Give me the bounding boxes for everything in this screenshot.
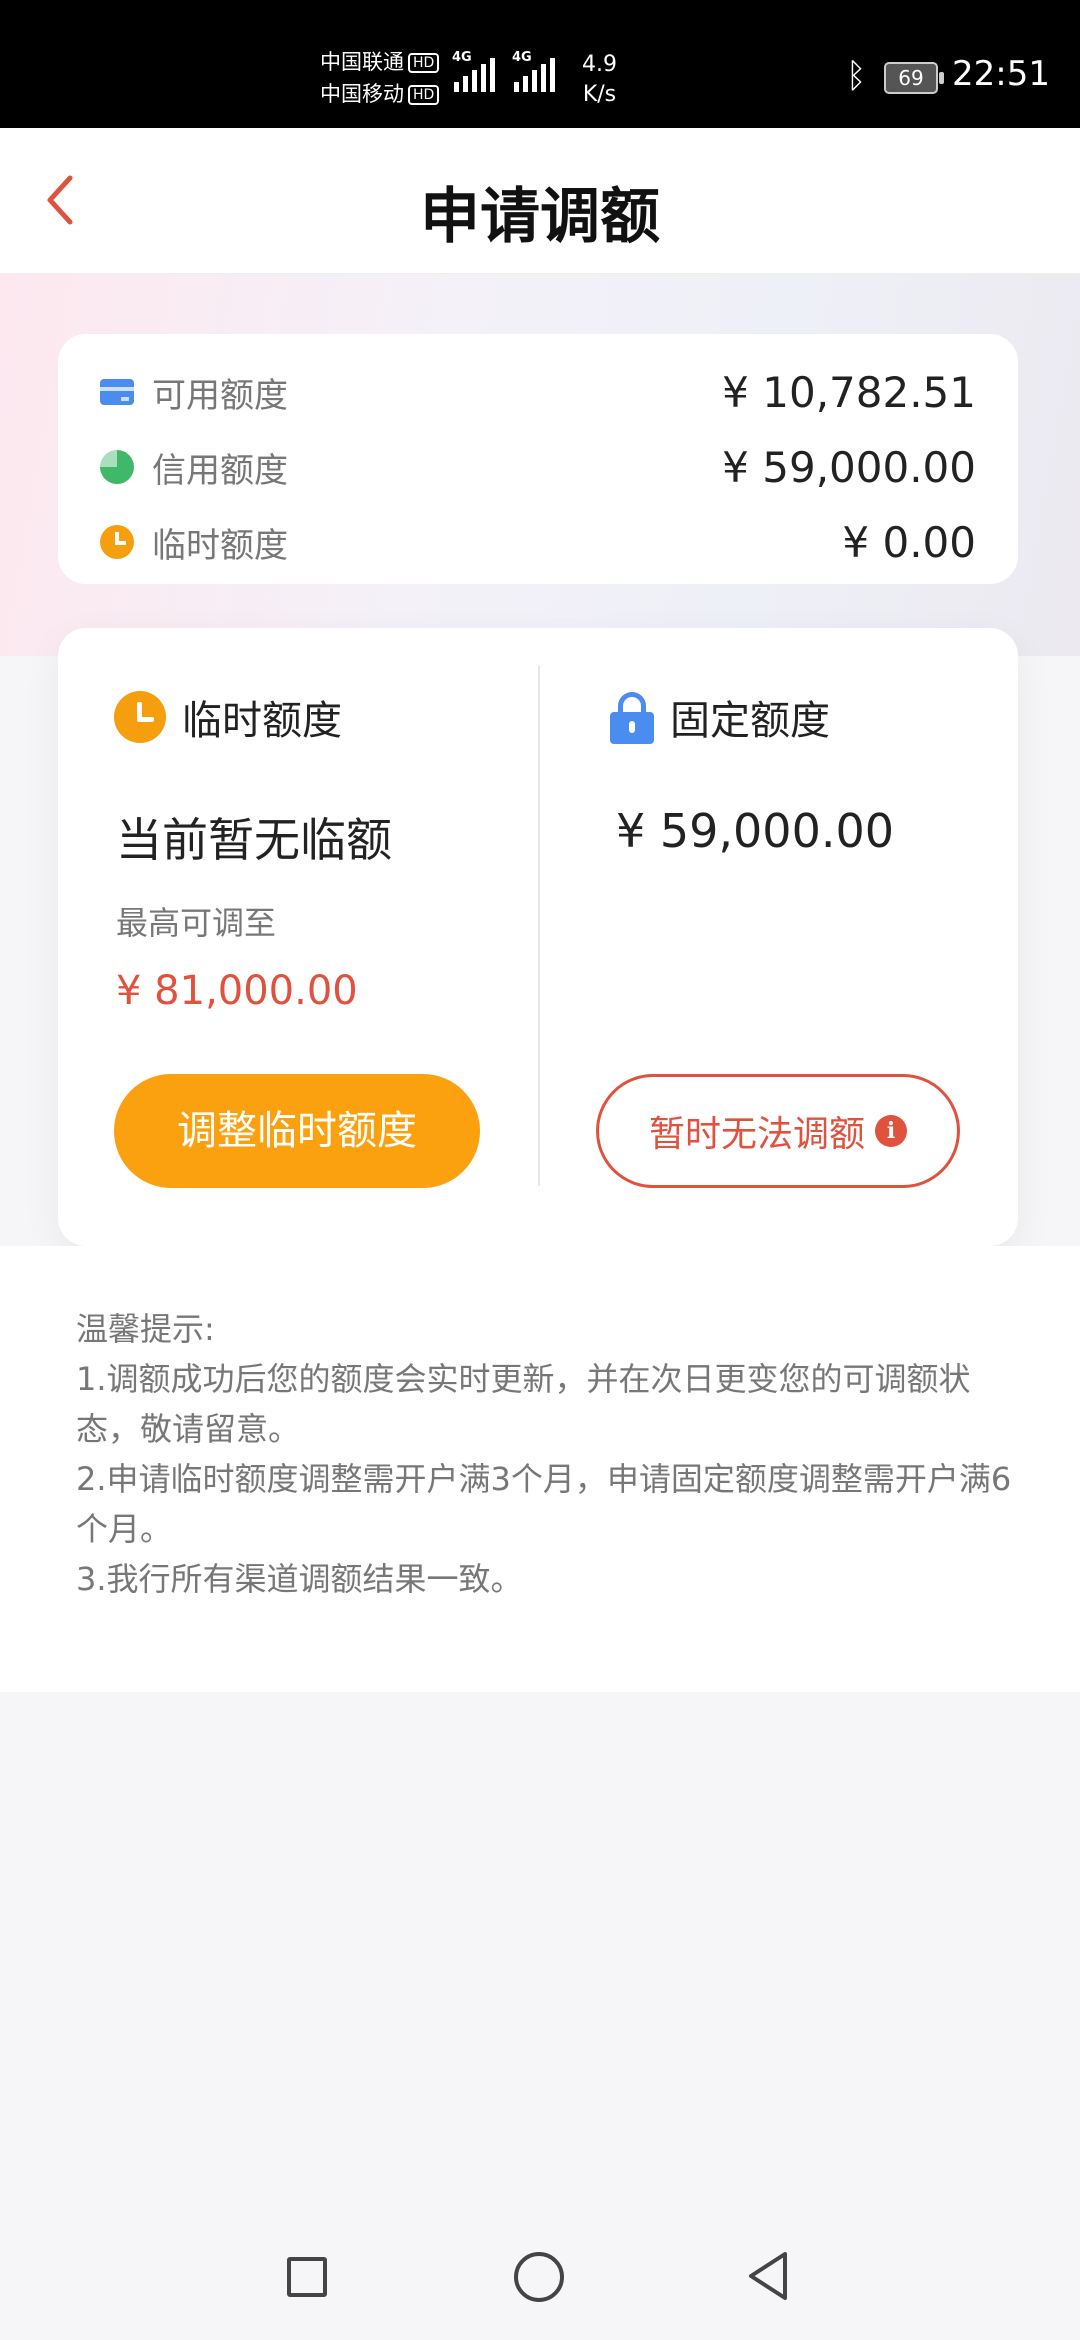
page-header: 申请调额 <box>0 128 1080 274</box>
tips-title: 温馨提示: <box>76 1310 215 1348</box>
summary-value: ¥ 59,000.00 <box>722 442 976 492</box>
hd-badge: HD <box>408 85 440 105</box>
recent-apps-button[interactable] <box>287 2257 327 2297</box>
page-title: 申请调额 <box>420 182 660 252</box>
section-title: 固定额度 <box>670 698 830 744</box>
triangle-back-icon <box>749 2252 787 2300</box>
summary-value: ¥ 0.00 <box>842 517 976 567</box>
section-heading: 固定额度 <box>610 688 830 746</box>
system-nav-bar <box>0 2212 1080 2340</box>
lock-icon <box>610 692 654 744</box>
temporary-limit-section: 临时额度 当前暂无临额 最高可调至 ¥ 81,000.00 调整临时额度 <box>58 628 538 1246</box>
home-button[interactable] <box>514 2252 564 2302</box>
cannot-adjust-button[interactable]: 暂时无法调额 i <box>596 1074 960 1188</box>
signal-icon: 4G <box>512 50 555 92</box>
limit-adjust-card: 临时额度 当前暂无临额 最高可调至 ¥ 81,000.00 调整临时额度 固定额… <box>58 628 1018 1246</box>
max-adjust-value: ¥ 81,000.00 <box>116 968 358 1014</box>
summary-label: 临时额度 <box>152 525 288 566</box>
section-title: 临时额度 <box>182 698 342 744</box>
status-time: 22:51 <box>952 54 1050 94</box>
section-heading: 临时额度 <box>114 688 342 746</box>
max-adjust-label: 最高可调至 <box>116 904 277 942</box>
status-bar: 中国联通 HD 中国移动 HD 4G 4G 4.9 K/s ᛒ 69 22:51 <box>0 0 1080 128</box>
tip-item: 1.调额成功后您的额度会实时更新，并在次日更变您的可调额状态，敬请留意。 <box>76 1360 971 1448</box>
tip-item: 3.我行所有渠道调额结果一致。 <box>76 1560 523 1598</box>
network-speed: 4.9 K/s <box>582 52 617 107</box>
carrier-name: 中国移动 <box>320 82 404 106</box>
summary-label: 信用额度 <box>152 450 288 491</box>
clock-icon <box>114 691 166 743</box>
summary-row-available: 可用额度 ¥ 10,782.51 <box>100 362 976 422</box>
summary-label: 可用额度 <box>152 375 288 416</box>
fixed-limit-amount: ¥ 59,000.00 <box>616 804 894 858</box>
battery-icon: 69 <box>884 62 944 94</box>
card-icon <box>100 375 134 409</box>
summary-row-credit: 信用额度 ¥ 59,000.00 <box>100 437 976 497</box>
tips-section: 温馨提示: 1.调额成功后您的额度会实时更新，并在次日更变您的可调额状态，敬请留… <box>76 1304 1016 1604</box>
credit-summary-card: 可用额度 ¥ 10,782.51 信用额度 ¥ 59,000.00 临时额度 ¥… <box>58 334 1018 584</box>
info-icon[interactable]: i <box>875 1115 907 1147</box>
carrier-name: 中国联通 <box>320 50 404 74</box>
nav-back-button[interactable] <box>745 2250 791 2306</box>
hd-badge: HD <box>408 53 440 73</box>
pie-chart-icon <box>100 450 134 484</box>
summary-row-temporary: 临时额度 ¥ 0.00 <box>100 512 976 572</box>
tip-item: 2.申请临时额度调整需开户满3个月，申请固定额度调整需开户满6个月。 <box>76 1460 1012 1548</box>
button-label: 暂时无法调额 <box>648 1114 865 1155</box>
clock-icon <box>100 525 134 559</box>
fixed-limit-section: 固定额度 ¥ 59,000.00 暂时无法调额 i <box>538 628 1018 1246</box>
carrier-info: 中国联通 HD 中国移动 HD <box>320 46 440 110</box>
adjust-temporary-limit-button[interactable]: 调整临时额度 <box>114 1074 480 1188</box>
summary-value: ¥ 10,782.51 <box>722 367 976 417</box>
temporary-limit-status: 当前暂无临额 <box>116 813 392 867</box>
bluetooth-icon: ᛒ <box>846 56 867 96</box>
signal-icon: 4G <box>452 50 495 92</box>
